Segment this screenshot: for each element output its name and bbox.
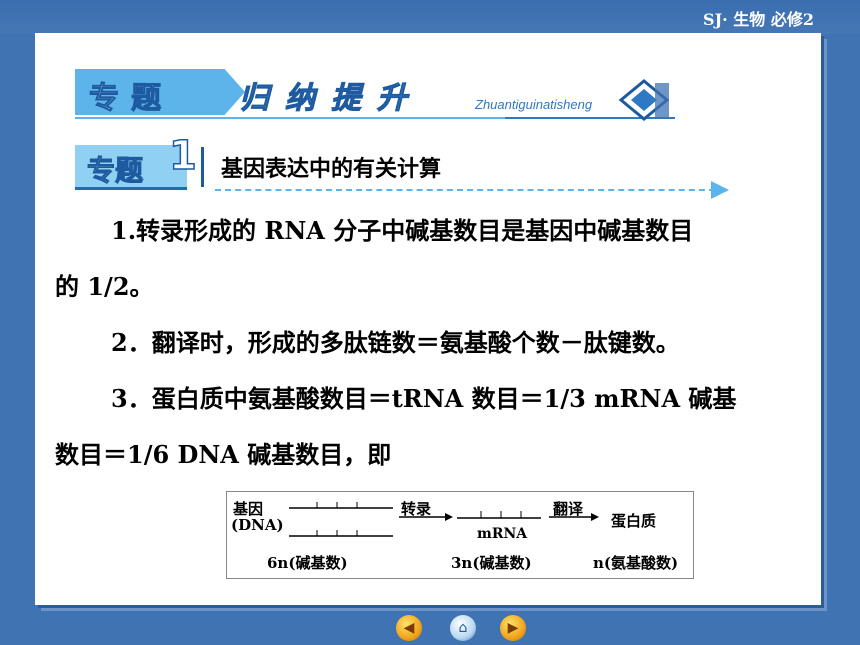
section-title: 基因表达中的有关计算 — [221, 157, 442, 182]
protein-count: n(氨基酸数) — [593, 554, 679, 572]
paragraph-2: 2．翻译时，形成的多肽链数＝氨基酸个数－肽键数。 — [55, 325, 815, 361]
section-number: 1 — [168, 132, 197, 180]
paragraph-1-line-1: 1.转录形成的 RNA 分子中碱基数目是基因中碱基数目 — [111, 216, 694, 245]
header-tab-text: 专题 — [89, 81, 173, 117]
mrna-count: 3n(碱基数) — [451, 554, 532, 572]
paragraph-3-line-1: 3．蛋白质中氨基酸数目＝tRNA 数目＝1/3 mRNA 碱基 — [111, 384, 737, 413]
protein-label: 蛋白质 — [611, 512, 657, 530]
arrow-icon — [711, 181, 729, 199]
back-arrow-icon[interactable]: ◀ — [396, 615, 422, 641]
paragraph-2-text: 2．翻译时，形成的多肽链数＝氨基酸个数－肽键数。 — [111, 328, 680, 357]
translation-arrow-icon — [549, 513, 599, 521]
section-badge-text: 专题 — [86, 154, 144, 188]
paragraph-3: 3．蛋白质中氨基酸数目＝tRNA 数目＝1/3 mRNA 碱基 — [55, 381, 815, 417]
dna-label: (DNA) — [231, 516, 284, 534]
course-label: SJ· 生物 必修2 — [703, 10, 814, 29]
header-underline — [75, 117, 535, 119]
diamond-logo-icon — [618, 79, 670, 121]
gene-expression-diagram: 基因 (DNA) 转录 mRNA 翻译 蛋白质 6n(碱基数) 3n(碱基数) … — [226, 491, 694, 579]
mrna-label: mRNA — [477, 526, 528, 542]
mrna-strand-icon — [457, 511, 541, 519]
transcription-arrow-icon — [399, 513, 453, 521]
header-pinyin: Zhuantiguinatisheng — [475, 97, 593, 112]
dna-strands-icon — [289, 502, 393, 537]
section-divider — [201, 147, 204, 187]
dna-count: 6n(碱基数) — [267, 554, 348, 572]
home-icon[interactable]: ⌂ — [450, 615, 476, 641]
paragraph-1-line-2: 的 1/2。 — [55, 272, 154, 301]
dashed-rule — [215, 189, 715, 191]
paragraph-3-line-2: 数目＝1/6 DNA 碱基数目，即 — [55, 440, 392, 469]
header-title: 归纳提升 — [239, 81, 423, 117]
paragraph-1: 1.转录形成的 RNA 分子中碱基数目是基因中碱基数目 — [55, 213, 815, 249]
next-arrow-icon[interactable]: ▶ — [500, 615, 526, 641]
